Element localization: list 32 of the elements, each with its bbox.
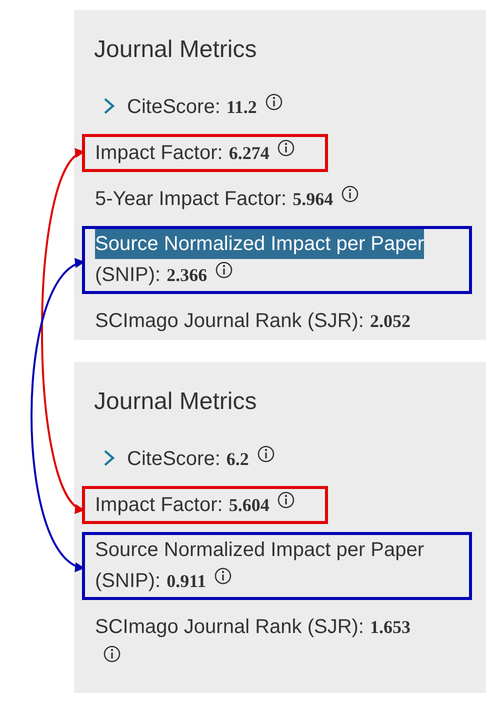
info-icon[interactable] xyxy=(264,93,283,111)
info-icon[interactable] xyxy=(277,491,296,509)
metric-value: 2.366 xyxy=(166,265,208,285)
metric-value: 5.604 xyxy=(228,495,270,515)
metric-label: (SNIP): xyxy=(95,264,161,286)
metric-value: 5.964 xyxy=(292,189,334,209)
info-icon[interactable] xyxy=(277,139,296,157)
metric-label: Impact Factor: xyxy=(95,142,223,164)
metric-label: 5-Year Impact Factor: xyxy=(95,188,287,210)
metric-label: SCImago Journal Rank (SJR): xyxy=(95,616,364,638)
info-icon[interactable] xyxy=(214,567,232,585)
panel-title: Journal Metrics xyxy=(94,35,258,65)
metric-value: 11.2 xyxy=(226,97,257,117)
info-icon[interactable] xyxy=(103,645,121,663)
metric-value: 2.052 xyxy=(370,311,410,331)
info-icon[interactable] xyxy=(215,261,234,279)
metric-label: Impact Factor: xyxy=(95,494,223,516)
metric-value: 6.274 xyxy=(228,143,270,163)
panel-title: Journal Metrics xyxy=(94,387,258,417)
chevron-icon[interactable] xyxy=(103,449,115,467)
metric-label: Source Normalized Impact per Paper xyxy=(95,538,424,563)
metric-label: CiteScore: xyxy=(127,96,220,118)
metric-label: (SNIP): xyxy=(95,570,161,592)
metric-value: 6.2 xyxy=(226,449,249,469)
metric-label: Source Normalized Impact per Paper xyxy=(95,229,424,259)
chevron-icon[interactable] xyxy=(103,97,115,115)
metric-value: 1.653 xyxy=(370,617,410,637)
metric-label: SCImago Journal Rank (SJR): xyxy=(95,310,364,332)
metric-value: 0.911 xyxy=(166,571,206,591)
metric-label: CiteScore: xyxy=(127,448,220,470)
info-icon[interactable] xyxy=(341,185,360,203)
info-icon[interactable] xyxy=(256,445,275,463)
